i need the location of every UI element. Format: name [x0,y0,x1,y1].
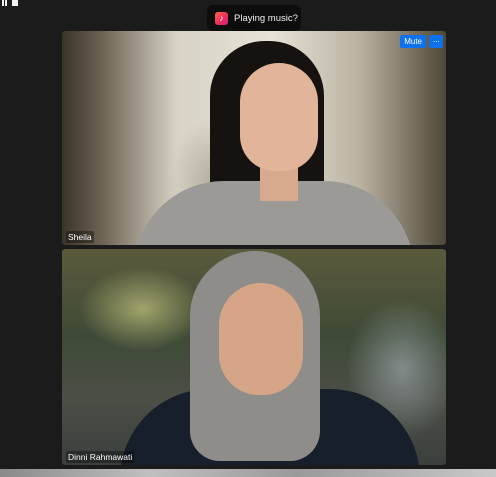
desktop-strip [0,469,496,477]
pause-icon[interactable] [2,0,8,6]
notification-text: Playing music? [234,12,298,24]
mute-button[interactable]: Mute [400,35,426,48]
participant-name: Dinni Rahmawati [66,451,135,463]
window-controls [2,0,18,6]
music-note-icon: ♪ [215,11,228,25]
participant-name: Sheila [66,231,94,243]
video-tile-sheila[interactable]: Mute ··· Sheila [62,31,446,245]
stop-icon[interactable] [12,0,18,6]
participant-video [219,283,303,395]
meeting-stage: ♪ Playing music? Mute ··· Sheila Dinni R… [0,0,496,477]
playing-music-notification[interactable]: ♪ Playing music? [207,5,301,31]
more-options-button[interactable]: ··· [429,35,443,48]
video-tile-dinni[interactable]: Dinni Rahmawati [62,249,446,465]
participant-video [240,63,318,171]
